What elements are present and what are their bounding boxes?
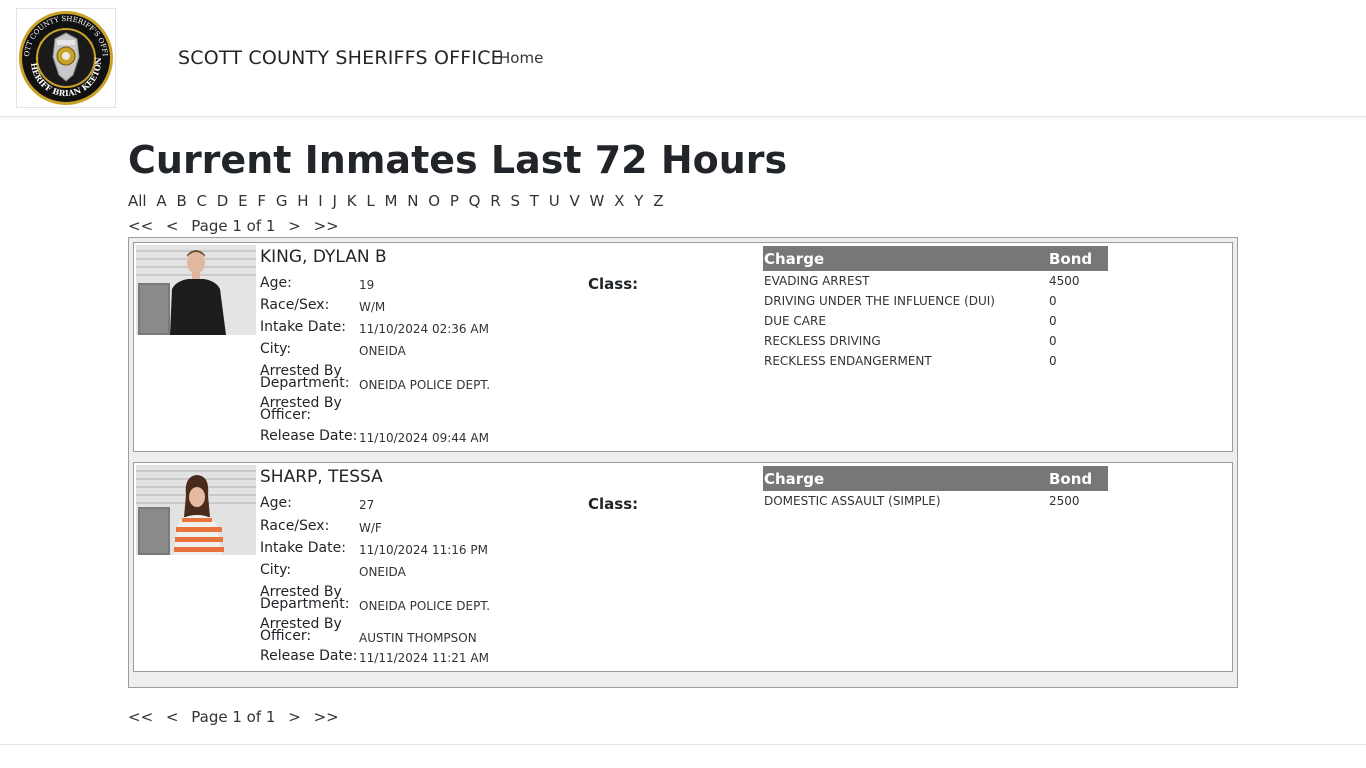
alpha-filter-f[interactable]: F	[257, 192, 266, 210]
alpha-filter-k[interactable]: K	[347, 192, 357, 210]
charges-table: Charge Bond EVADING ARREST 4500 DRIVING …	[763, 246, 1108, 371]
alpha-filter-u[interactable]: U	[549, 192, 560, 210]
nav-home-link[interactable]: Home	[499, 49, 543, 67]
alpha-filter-z[interactable]: Z	[653, 192, 663, 210]
alpha-filter-a[interactable]: A	[156, 192, 166, 210]
inmate-card: KING, DYLAN B Age: 19 Class: Race/Sex: W…	[133, 242, 1233, 452]
sheriff-badge-logo[interactable]: SCOTT COUNTY SHERIFF'S OFFICE SHERIFF BR…	[16, 8, 116, 108]
alpha-filter-d[interactable]: D	[217, 192, 229, 210]
alpha-filter-i[interactable]: I	[318, 192, 322, 210]
pager-first-link[interactable]: <<	[128, 708, 153, 726]
class-label: Class:	[588, 275, 639, 293]
alpha-filter-all[interactable]: All	[128, 192, 147, 210]
charge-row: DUE CARE 0	[764, 314, 1057, 328]
charges-table: Charge Bond DOMESTIC ASSAULT (SIMPLE) 25…	[763, 466, 1108, 511]
alpha-filter-j[interactable]: J	[333, 192, 337, 210]
pager-status-text: Page 1 of 1	[191, 217, 276, 235]
inmate-photo[interactable]	[136, 245, 256, 335]
footer-divider	[0, 744, 1366, 745]
alpha-filter-h[interactable]: H	[297, 192, 308, 210]
alpha-filter-g[interactable]: G	[276, 192, 288, 210]
alpha-filter-t[interactable]: T	[530, 192, 539, 210]
alpha-filter-p[interactable]: P	[450, 192, 459, 210]
alpha-filter-c[interactable]: C	[197, 192, 207, 210]
alpha-filter-b[interactable]: B	[176, 192, 186, 210]
pager-status-text: Page 1 of 1	[191, 708, 276, 726]
charge-row: EVADING ARREST 4500	[764, 274, 1080, 288]
inmate-list: KING, DYLAN B Age: 19 Class: Race/Sex: W…	[128, 237, 1238, 688]
pager-prev-link[interactable]: <	[166, 708, 179, 726]
alpha-filter-s[interactable]: S	[510, 192, 520, 210]
alpha-filter-m[interactable]: M	[384, 192, 397, 210]
class-label: Class:	[588, 495, 639, 513]
navbar: SCOTT COUNTY SHERIFF'S OFFICE SHERIFF BR…	[0, 0, 1366, 117]
pager-next-link[interactable]: >	[288, 708, 301, 726]
pager-next-link[interactable]: >	[288, 217, 301, 235]
pager-first-link[interactable]: <<	[128, 217, 153, 235]
site-brand-link[interactable]: SCOTT COUNTY SHERIFFS OFFICE	[178, 47, 503, 69]
alpha-filter-l[interactable]: L	[366, 192, 374, 210]
pager-last-link[interactable]: >>	[314, 217, 339, 235]
charge-row: DRIVING UNDER THE INFLUENCE (DUI) 0	[764, 294, 1057, 308]
pager-prev-link[interactable]: <	[166, 217, 179, 235]
alpha-filter-v[interactable]: V	[570, 192, 580, 210]
charges-table-header: Charge Bond	[763, 246, 1108, 271]
charge-row: RECKLESS ENDANGERMENT 0	[764, 354, 1057, 368]
sheriff-badge-icon: SCOTT COUNTY SHERIFF'S OFFICE SHERIFF BR…	[17, 9, 113, 105]
pager-top: << < Page 1 of 1 > >>	[128, 217, 339, 235]
inmate-name: SHARP, TESSA	[260, 467, 383, 487]
inmate-card: SHARP, TESSA Age: 27 Class: Race/Sex: W/…	[133, 462, 1233, 672]
charge-row: DOMESTIC ASSAULT (SIMPLE) 2500	[764, 494, 1080, 508]
alpha-filter-o[interactable]: O	[428, 192, 440, 210]
charges-table-header: Charge Bond	[763, 466, 1108, 491]
alpha-filter-y[interactable]: Y	[634, 192, 643, 210]
pager-last-link[interactable]: >>	[314, 708, 339, 726]
alphabet-filter: All A B C D E F G H I J K L M N O P Q R …	[128, 192, 668, 212]
alpha-filter-n[interactable]: N	[407, 192, 418, 210]
charge-row: RECKLESS DRIVING 0	[764, 334, 1057, 348]
alpha-filter-q[interactable]: Q	[469, 192, 481, 210]
page-title: Current Inmates Last 72 Hours	[128, 138, 788, 182]
alpha-filter-w[interactable]: W	[590, 192, 605, 210]
pager-bottom: << < Page 1 of 1 > >>	[128, 708, 339, 726]
inmate-photo[interactable]	[136, 465, 256, 555]
alpha-filter-r[interactable]: R	[490, 192, 500, 210]
alpha-filter-e[interactable]: E	[238, 192, 247, 210]
inmate-name: KING, DYLAN B	[260, 247, 387, 267]
alpha-filter-x[interactable]: X	[614, 192, 624, 210]
